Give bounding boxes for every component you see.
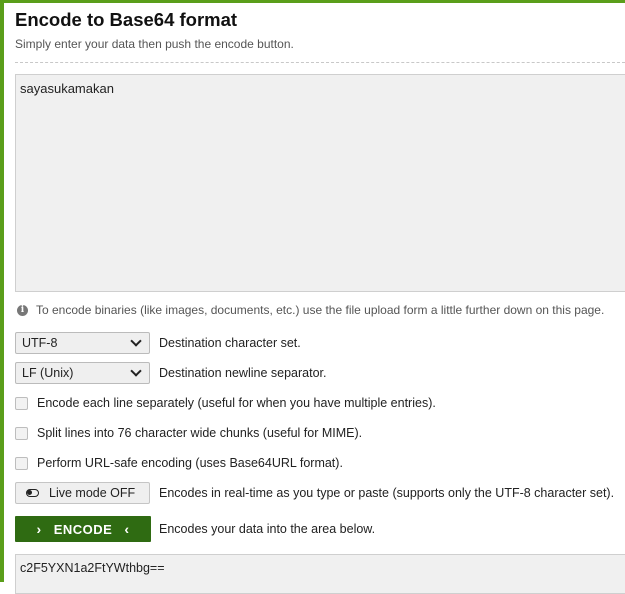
chevron-down-icon <box>130 335 142 347</box>
live-mode-description: Encodes in real-time as you type or past… <box>159 486 615 500</box>
newline-row: LF (Unix) Destination newline separator. <box>15 362 326 384</box>
live-mode-row: Live mode OFF Encodes in real-time as yo… <box>15 482 614 504</box>
divider <box>15 62 625 63</box>
split-lines-label: Split lines into 76 character wide chunk… <box>37 426 363 440</box>
charset-select[interactable]: UTF-8 <box>15 332 150 354</box>
charset-row: UTF-8 Destination character set. <box>15 332 301 354</box>
info-text: To encode binaries (like images, documen… <box>36 303 605 317</box>
newline-label: Destination newline separator. <box>159 366 327 380</box>
info-note: i To encode binaries (like images, docum… <box>17 303 604 317</box>
chevron-right-icon: › <box>36 521 42 537</box>
chevron-down-icon <box>130 365 142 377</box>
info-icon: i <box>17 304 28 316</box>
top-accent-bar <box>0 0 625 3</box>
live-mode-button[interactable]: Live mode OFF <box>15 482 150 504</box>
left-accent-bar <box>0 0 4 582</box>
page-title: Encode to Base64 format <box>15 9 238 30</box>
live-mode-label: Live mode OFF <box>49 486 136 500</box>
option-row-split-lines: Split lines into 76 character wide chunk… <box>15 426 362 440</box>
charset-label: Destination character set. <box>159 336 301 350</box>
option-row-url-safe: Perform URL-safe encoding (uses Base64UR… <box>15 456 343 470</box>
input-textarea[interactable]: sayasukamakan <box>15 74 625 292</box>
page-subtitle: Simply enter your data then push the enc… <box>15 37 294 51</box>
charset-selected-value: UTF-8 <box>22 336 58 350</box>
chevron-left-icon: ‹ <box>124 521 130 537</box>
url-safe-checkbox[interactable] <box>15 456 28 470</box>
split-lines-checkbox[interactable] <box>15 426 28 440</box>
encode-button-label: ENCODE <box>53 521 113 537</box>
encode-each-line-checkbox[interactable] <box>15 396 28 410</box>
toggle-icon <box>26 489 39 497</box>
output-textarea[interactable]: c2F5YXN1a2FtYWthbg== <box>15 554 625 594</box>
encode-each-line-label: Encode each line separately (useful for … <box>37 396 436 410</box>
encode-row: › ENCODE ‹ Encodes your data into the ar… <box>15 516 375 542</box>
option-row-encode-each-line: Encode each line separately (useful for … <box>15 396 436 410</box>
encode-description: Encodes your data into the area below. <box>159 522 376 536</box>
newline-select[interactable]: LF (Unix) <box>15 362 150 384</box>
encode-button[interactable]: › ENCODE ‹ <box>15 516 151 542</box>
newline-selected-value: LF (Unix) <box>22 366 74 380</box>
url-safe-label: Perform URL-safe encoding (uses Base64UR… <box>37 456 343 470</box>
